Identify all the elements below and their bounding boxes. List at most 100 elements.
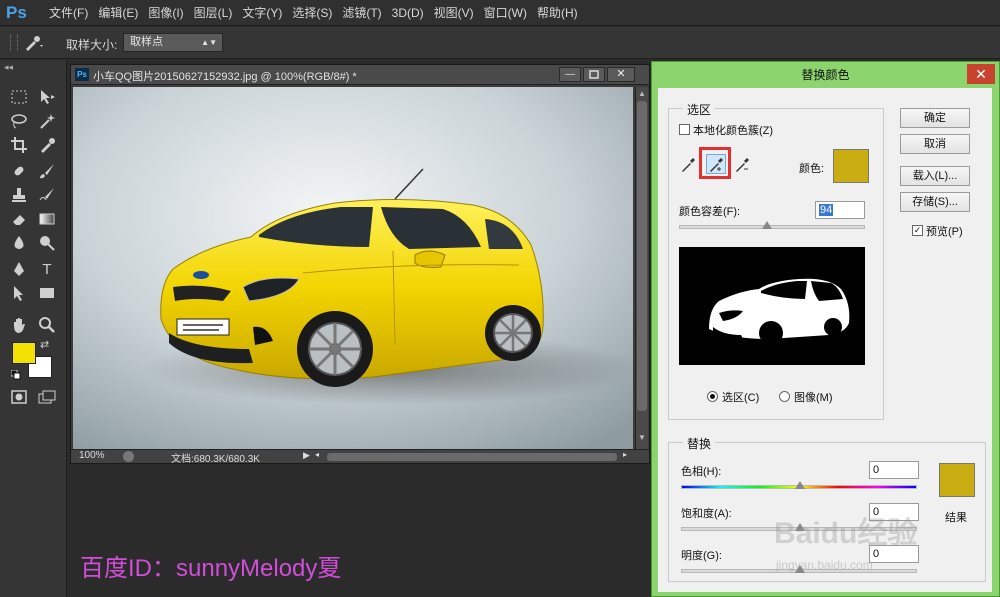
select-arrows-icon: ▲▼ [201,38,217,47]
magic-wand-tool-icon[interactable] [36,110,58,132]
localized-clusters-checkbox[interactable] [679,124,690,135]
scroll-up-arrow-icon[interactable]: ▲ [637,89,647,99]
selection-radio-label: 选区(C) [722,392,760,404]
document-title: 小车QQ图片20150627152932.jpg @ 100%(RGB/8#) … [93,71,357,83]
horizontal-scroll-thumb[interactable] [327,453,617,461]
selection-radio[interactable] [707,391,718,402]
menu-items: 文件(F) 编辑(E) 图像(I) 图层(L) 文字(Y) 选择(S) 滤镜(T… [44,0,583,26]
document-status-bar: 100% 文档:680.3K/680.3K ▶ ◂ ▸ [71,449,649,465]
default-colors-icon[interactable] [10,369,21,380]
hue-slider[interactable] [681,481,917,489]
status-menu-arrow-icon[interactable]: ▶ [303,450,310,461]
dialog-title[interactable]: 替换颜色 [652,62,999,88]
pen-tool-icon[interactable] [8,258,30,280]
hand-tool-icon[interactable] [8,314,30,336]
lasso-tool-icon[interactable] [8,110,30,132]
menu-view[interactable]: 视图(V) [429,0,479,26]
color-label: 颜色: [799,163,825,175]
load-button[interactable]: 载入(L)... [900,166,970,186]
vertical-scroll-thumb[interactable] [637,101,647,411]
path-selection-tool-icon[interactable] [8,282,30,304]
preview-label: 预览(P) [926,226,963,238]
replace-group-title: 替换 [683,435,716,452]
document-size: 文档:680.3K/680.3K [171,454,260,465]
rectangle-tool-icon[interactable] [36,282,58,304]
menu-file[interactable]: 文件(F) [44,0,93,26]
baidu-jingyan-url: jingyan.baidu.com [776,558,873,572]
toolbox-collapse-icon[interactable]: ◂◂ [4,62,13,73]
sample-size-label: 取样大小: [66,38,118,52]
hue-slider-thumb[interactable] [795,481,805,489]
preview-checkbox[interactable]: ✓ [912,225,923,236]
subtract-from-sample-eyedropper-icon[interactable] [733,155,751,173]
fuzziness-slider[interactable] [679,221,865,229]
scroll-left-arrow-icon[interactable]: ◂ [315,450,319,459]
scroll-right-arrow-icon[interactable]: ▸ [623,450,627,459]
photoshop-logo: Ps [6,3,27,22]
menu-type[interactable]: 文字(Y) [237,0,287,26]
gradient-tool-icon[interactable] [36,208,58,230]
menu-select[interactable]: 选择(S) [287,0,337,26]
type-tool-icon[interactable]: T [36,258,58,280]
menu-bar: Ps 文件(F) 编辑(E) 图像(I) 图层(L) 文字(Y) 选择(S) 滤… [0,0,1000,26]
quick-mask-icon[interactable] [8,386,30,408]
ok-button[interactable]: 确定 [900,108,970,128]
healing-brush-tool-icon[interactable] [8,160,30,182]
history-brush-tool-icon[interactable] [36,184,58,206]
selection-group: 选区 本地化颜色簇(Z) 颜色: 颜色容差(F): 94 选区(C) 图像(M) [668,101,884,420]
localized-clusters-label: 本地化颜色簇(Z) [693,125,774,137]
save-button[interactable]: 存储(S)... [900,192,970,212]
sample-color-swatch[interactable] [833,149,869,183]
menu-window[interactable]: 窗口(W) [479,0,532,26]
selection-radio-dot [710,394,715,399]
blur-tool-icon[interactable] [8,232,30,254]
options-bar: 取样大小: 取样点 ▲▼ [0,27,1000,59]
canvas-image[interactable] [73,87,633,449]
vertical-scrollbar[interactable]: ▲ ▼ [635,87,648,449]
maximize-icon[interactable] [583,67,605,82]
replace-color-dialog: 替换颜色 ✕ 选区 本地化颜色簇(Z) 颜色: 颜色容差(F): 94 选区(C… [651,61,1000,597]
cancel-button[interactable]: 取消 [900,134,970,154]
result-color-swatch[interactable] [939,463,975,497]
image-radio[interactable] [779,391,790,402]
zoom-tool-icon[interactable] [36,314,58,336]
scroll-down-arrow-icon[interactable]: ▼ [637,433,647,443]
brush-tool-icon[interactable] [36,160,58,182]
fuzziness-slider-thumb[interactable] [762,221,773,229]
crop-tool-icon[interactable] [8,134,30,156]
selection-preview-mask [679,247,865,365]
eyedropper-highlight [699,147,731,179]
hue-input[interactable]: 0 [869,461,919,479]
swap-colors-icon[interactable]: ⇄ [40,338,49,351]
foreground-color-swatch[interactable] [12,342,36,364]
menu-help[interactable]: 帮助(H) [532,0,583,26]
dialog-body: 选区 本地化颜色簇(Z) 颜色: 颜色容差(F): 94 选区(C) 图像(M)… [658,88,992,592]
menu-filter[interactable]: 滤镜(T) [337,0,386,26]
dialog-close-icon[interactable]: ✕ [967,64,995,84]
move-tool-icon[interactable] [36,86,58,108]
eyedropper-tool-icon[interactable] [36,134,58,156]
eraser-tool-icon[interactable] [8,208,30,230]
menu-image[interactable]: 图像(I) [143,0,188,26]
menu-layer[interactable]: 图层(L) [189,0,238,26]
clone-stamp-tool-icon[interactable] [8,184,30,206]
eyedropper-icon[interactable] [679,155,697,173]
minimize-icon[interactable]: — [559,67,581,82]
eyedropper-tool-preset-icon[interactable] [22,33,44,53]
document-ps-icon: Ps [75,68,89,81]
image-radio-label: 图像(M) [794,392,833,404]
status-info-icon[interactable] [123,451,134,462]
sample-size-select[interactable]: 取样点 ▲▼ [123,33,223,52]
close-icon[interactable]: ✕ [607,67,635,82]
dodge-tool-icon[interactable] [36,232,58,254]
menu-edit[interactable]: 编辑(E) [93,0,143,26]
document-window: Ps 小车QQ图片20150627152932.jpg @ 100%(RGB/8… [70,64,650,465]
add-to-sample-eyedropper-icon[interactable] [706,154,726,174]
document-title-bar[interactable]: Ps 小车QQ图片20150627152932.jpg @ 100%(RGB/8… [71,65,649,85]
menu-3d[interactable]: 3D(D) [387,0,429,26]
marquee-tool-icon[interactable] [8,86,30,108]
zoom-level[interactable]: 100% [79,450,105,461]
fuzziness-input[interactable]: 94 [815,201,865,219]
screen-mode-icon[interactable] [36,386,58,408]
saturation-label: 饱和度(A): [681,508,732,520]
